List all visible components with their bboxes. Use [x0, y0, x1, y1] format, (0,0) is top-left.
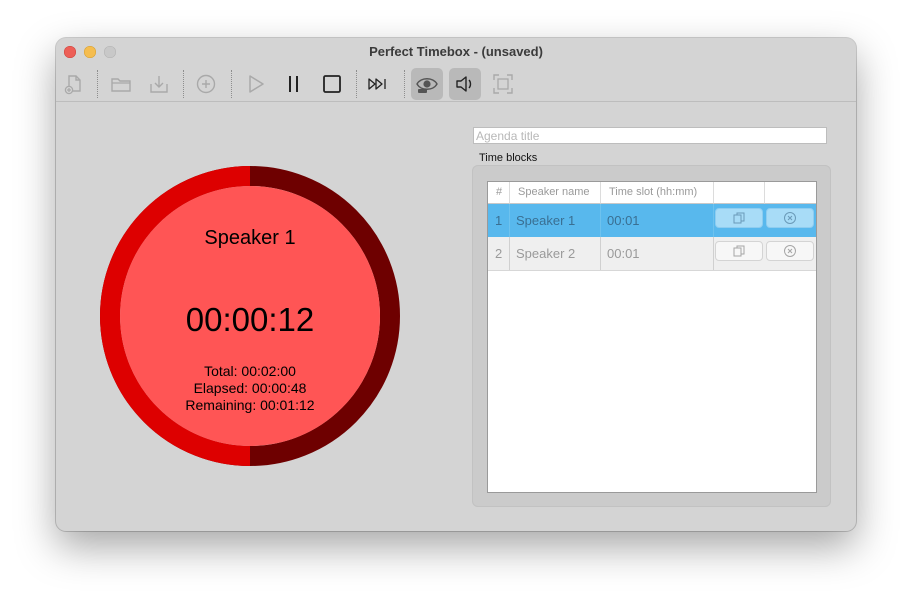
- toolbar: [56, 66, 856, 102]
- pause-icon: [289, 76, 298, 92]
- current-speaker-label: Speaker 1: [204, 227, 296, 249]
- presentation-view-toggle[interactable]: [411, 68, 443, 100]
- save-agenda-button[interactable]: [143, 68, 175, 100]
- new-agenda-button[interactable]: [58, 68, 90, 100]
- toolbar-separator: [404, 70, 405, 98]
- speaker-name-cell[interactable]: Speaker 2: [510, 237, 601, 270]
- copy-icon: [733, 212, 745, 224]
- row-index: 2: [488, 237, 510, 270]
- table-row[interactable]: 1 Speaker 1 00:01: [488, 204, 816, 237]
- add-circle-icon: [196, 74, 216, 94]
- window-title: Perfect Timebox - (unsaved): [369, 44, 543, 59]
- remove-circle-icon: [784, 245, 796, 257]
- fullscreen-button[interactable]: [487, 68, 519, 100]
- row-index: 1: [488, 204, 510, 237]
- fullscreen-icon: [493, 74, 513, 94]
- save-download-icon: [150, 76, 168, 93]
- toolbar-divider: [56, 101, 856, 102]
- column-header-index[interactable]: #: [488, 182, 510, 204]
- toolbar-separator: [97, 70, 98, 98]
- time-slot-cell[interactable]: 00:01: [601, 204, 714, 237]
- eye-view-icon: [416, 78, 438, 93]
- total-time-label: Total: 00:02:00: [204, 363, 296, 379]
- new-document-icon: [64, 75, 81, 95]
- pause-button[interactable]: [278, 68, 310, 100]
- play-icon: [249, 75, 264, 93]
- sound-toggle[interactable]: [449, 68, 481, 100]
- countdown-display: 00:00:12: [185, 301, 315, 338]
- table-row[interactable]: 2 Speaker 2 00:01: [488, 237, 816, 271]
- toolbar-separator: [231, 70, 232, 98]
- open-agenda-button[interactable]: [105, 68, 137, 100]
- time-blocks-table[interactable]: # Speaker name Time slot (hh:mm) 1 Speak…: [487, 181, 817, 493]
- remove-row-button[interactable]: [766, 241, 814, 261]
- duplicate-row-button[interactable]: [715, 241, 763, 261]
- elapsed-time-label: Elapsed: 00:00:48: [193, 380, 307, 396]
- next-speaker-button[interactable]: [363, 68, 395, 100]
- time-slot-cell[interactable]: 00:01: [601, 237, 714, 270]
- toolbar-separator: [356, 70, 357, 98]
- stop-icon: [323, 75, 341, 93]
- remove-row-button[interactable]: [766, 208, 814, 228]
- open-folder-icon: [111, 78, 131, 92]
- column-header-time-slot[interactable]: Time slot (hh:mm): [601, 182, 714, 204]
- remove-circle-icon: [784, 212, 796, 224]
- speaker-volume-icon: [456, 76, 472, 92]
- speaker-name-cell[interactable]: Speaker 1: [510, 204, 601, 237]
- play-button[interactable]: [240, 68, 272, 100]
- remaining-time-label: Remaining: 00:01:12: [185, 397, 315, 413]
- title-bar: Perfect Timebox - (unsaved): [56, 38, 856, 66]
- toolbar-separator: [183, 70, 184, 98]
- copy-icon: [733, 245, 745, 257]
- app-window: Perfect Timebox - (unsaved) Speaker 1 00…: [56, 38, 856, 531]
- column-header-remove: [765, 182, 816, 204]
- add-time-block-button[interactable]: [190, 68, 222, 100]
- skip-forward-icon: [368, 78, 386, 90]
- duplicate-row-button[interactable]: [715, 208, 763, 228]
- stop-button[interactable]: [316, 68, 348, 100]
- time-blocks-label: Time blocks: [479, 152, 538, 164]
- column-header-speaker[interactable]: Speaker name: [510, 182, 601, 204]
- agenda-title-input[interactable]: [473, 127, 827, 144]
- column-header-duplicate: [714, 182, 765, 204]
